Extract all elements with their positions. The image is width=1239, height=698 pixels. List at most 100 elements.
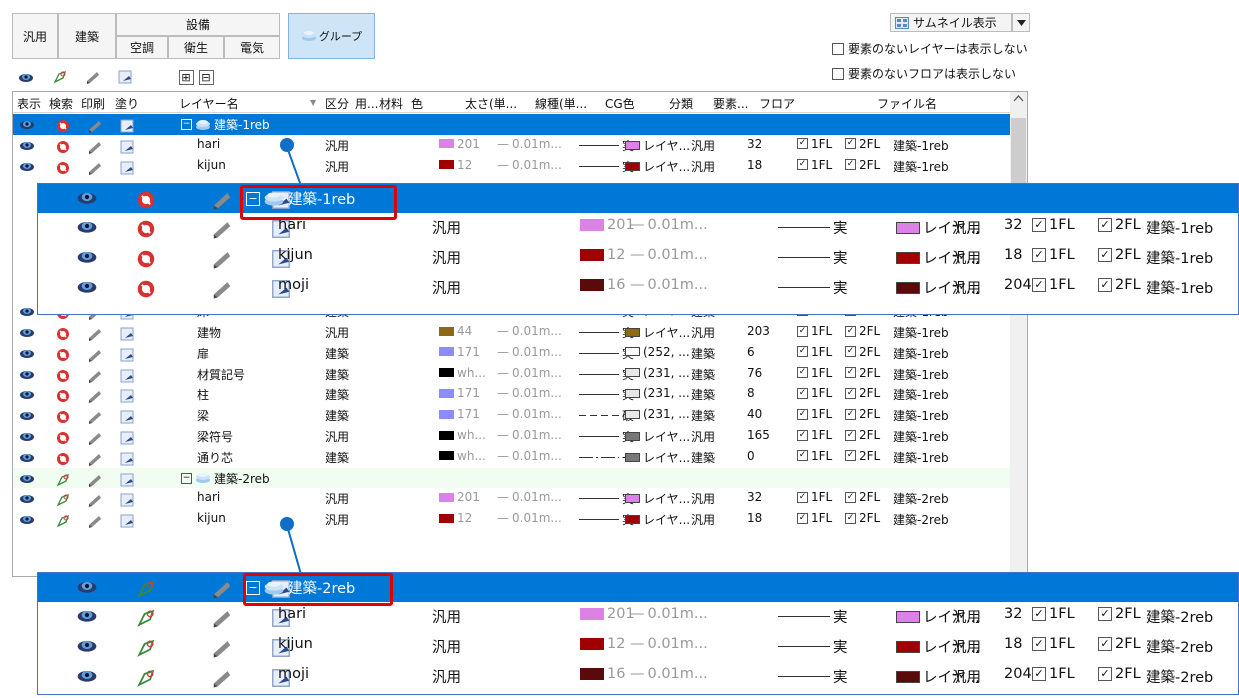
table-row[interactable]: hari汎用201— 0.01m...実レイヤ...汎用32✓1FL✓2FL建築… (38, 602, 1238, 632)
layer-thickness[interactable]: — 0.01m... (497, 511, 562, 525)
table-row[interactable]: 梁建築171— 0.01m...破(231, ...建築40✓1FL✓2FL建築… (13, 405, 1010, 426)
layer-color[interactable]: 201 (439, 490, 480, 504)
print-toggle[interactable] (87, 472, 103, 488)
floor-1fl[interactable]: ✓1FL (797, 407, 832, 421)
layer-thickness[interactable]: — 0.01m... (497, 345, 562, 359)
fill-toggle[interactable] (119, 472, 135, 488)
layer-name[interactable]: 扉 (197, 345, 209, 362)
layer-color[interactable]: 171 (439, 345, 480, 359)
layer-linetype[interactable]: 実 (778, 666, 848, 687)
floor-2fl[interactable]: ✓2FL (845, 386, 880, 400)
layer-color[interactable]: wh... (439, 449, 486, 463)
layer-thickness[interactable]: — 0.01m... (497, 366, 562, 380)
cat-general-button[interactable]: 汎用 (12, 13, 58, 59)
print-toggle[interactable] (211, 278, 233, 300)
visible-toggle[interactable] (19, 451, 35, 463)
floor-2fl[interactable]: ✓2FL (1098, 606, 1141, 622)
thumbnail-dropdown[interactable]: サムネイル表示 (890, 13, 1012, 32)
search-toggle[interactable] (55, 160, 71, 176)
layer-name[interactable]: hari (197, 137, 220, 151)
layer-thickness[interactable]: — 0.01m... (630, 277, 708, 293)
layer-name[interactable]: moji (278, 666, 309, 682)
table-row[interactable]: hari汎用201— 0.01m...実レイヤ...汎用32✓1FL✓2FL建築… (38, 213, 1238, 243)
column-header[interactable]: 分類 (669, 95, 693, 112)
floor-2fl[interactable]: ✓2FL (1098, 666, 1141, 682)
floor-1fl[interactable]: ✓1FL (1032, 636, 1075, 652)
layer-thickness[interactable]: — 0.01m... (497, 324, 562, 338)
floor-2fl[interactable]: ✓2FL (845, 511, 880, 525)
floor-1fl[interactable]: ✓1FL (797, 158, 832, 172)
search-toggle[interactable] (55, 472, 71, 488)
layer-name[interactable]: kijun (278, 247, 313, 263)
search-toggle[interactable] (55, 430, 71, 446)
floor-1fl[interactable]: ✓1FL (1032, 606, 1075, 622)
print-toggle[interactable] (211, 667, 233, 689)
floor-1fl[interactable]: ✓1FL (797, 449, 832, 463)
collapse-all-button[interactable]: ⊟ (196, 68, 216, 86)
print-toggle[interactable] (87, 347, 103, 363)
visible-toggle[interactable] (19, 368, 35, 380)
visible-toggle[interactable] (19, 388, 35, 400)
column-header[interactable]: 用... (355, 95, 378, 112)
visible-toggle[interactable] (76, 578, 98, 594)
layer-thickness[interactable]: — 0.01m... (497, 428, 562, 442)
visible-toggle[interactable] (76, 189, 98, 205)
layer-linetype[interactable]: 実 (778, 636, 848, 657)
toggle-fill-all-button[interactable] (115, 68, 135, 86)
layer-thickness[interactable]: — 0.01m... (630, 217, 708, 233)
visible-toggle[interactable] (19, 347, 35, 359)
checkbox-hide-empty-floors[interactable] (832, 67, 844, 80)
layer-color[interactable]: 12 (580, 636, 625, 652)
visible-toggle[interactable] (19, 160, 35, 172)
print-toggle[interactable] (87, 118, 103, 134)
column-header[interactable]: 太さ(単... (465, 95, 517, 112)
layer-name[interactable]: hari (278, 606, 306, 622)
table-row[interactable]: 扉建築171— 0.01m...実(252, ...建築6✓1FL✓2FL建築-… (13, 343, 1010, 364)
table-row[interactable]: hari汎用201— 0.01m...実レイヤ...汎用32✓1FL✓2FL建築… (13, 488, 1010, 509)
search-toggle[interactable] (55, 451, 71, 467)
visible-toggle[interactable] (76, 637, 98, 653)
layer-color[interactable]: 171 (439, 407, 480, 421)
fill-toggle[interactable] (119, 139, 135, 155)
checkbox-hide-empty-layers[interactable] (832, 42, 844, 55)
layer-color[interactable]: wh... (439, 428, 486, 442)
visible-toggle[interactable] (76, 218, 98, 234)
print-toggle[interactable] (87, 160, 103, 176)
layer-cg-color[interactable]: レイヤ... (625, 137, 690, 154)
print-toggle[interactable] (211, 578, 233, 600)
search-toggle[interactable] (135, 218, 157, 240)
visible-toggle[interactable] (19, 492, 35, 504)
floor-2fl[interactable]: ✓2FL (1098, 217, 1141, 233)
layer-name[interactable]: hari (197, 490, 220, 504)
print-toggle[interactable] (211, 189, 233, 211)
group-node[interactable]: − 建築-1reb (181, 116, 270, 133)
layer-color[interactable]: 201 (580, 606, 635, 622)
fill-toggle[interactable] (119, 326, 135, 342)
fill-toggle[interactable] (119, 160, 135, 176)
fill-toggle[interactable] (119, 118, 135, 134)
table-row[interactable]: kijun汎用12— 0.01m...実レイヤ...汎用18✓1FL✓2FL建築… (38, 243, 1238, 273)
layer-cg-color[interactable]: レイヤ... (625, 324, 690, 341)
layer-thickness[interactable]: — 0.01m... (497, 158, 562, 172)
layer-linetype[interactable]: 実 (778, 606, 848, 627)
visible-toggle[interactable] (19, 409, 35, 421)
floor-2fl[interactable]: ✓2FL (845, 449, 880, 463)
search-toggle[interactable] (135, 248, 157, 270)
thumbnail-dropdown-arrow[interactable] (1012, 13, 1030, 32)
layer-cg-color[interactable]: (231, ... (625, 366, 690, 380)
layer-linetype[interactable]: 実 (778, 247, 848, 268)
floor-1fl[interactable]: ✓1FL (797, 386, 832, 400)
layer-color[interactable]: 12 (580, 247, 625, 263)
fill-toggle[interactable] (119, 368, 135, 384)
floor-2fl[interactable]: ✓2FL (845, 345, 880, 359)
toggle-visible-all-button[interactable] (16, 68, 36, 86)
layer-linetype[interactable]: 実 (778, 217, 848, 238)
layer-color[interactable]: 201 (439, 137, 480, 151)
grid-scrollbar[interactable] (1010, 92, 1027, 576)
search-toggle[interactable] (55, 368, 71, 384)
floor-1fl[interactable]: ✓1FL (797, 366, 832, 380)
print-toggle[interactable] (87, 326, 103, 342)
layer-color[interactable]: 12 (439, 158, 472, 172)
floor-2fl[interactable]: ✓2FL (845, 428, 880, 442)
search-toggle[interactable] (135, 578, 157, 600)
